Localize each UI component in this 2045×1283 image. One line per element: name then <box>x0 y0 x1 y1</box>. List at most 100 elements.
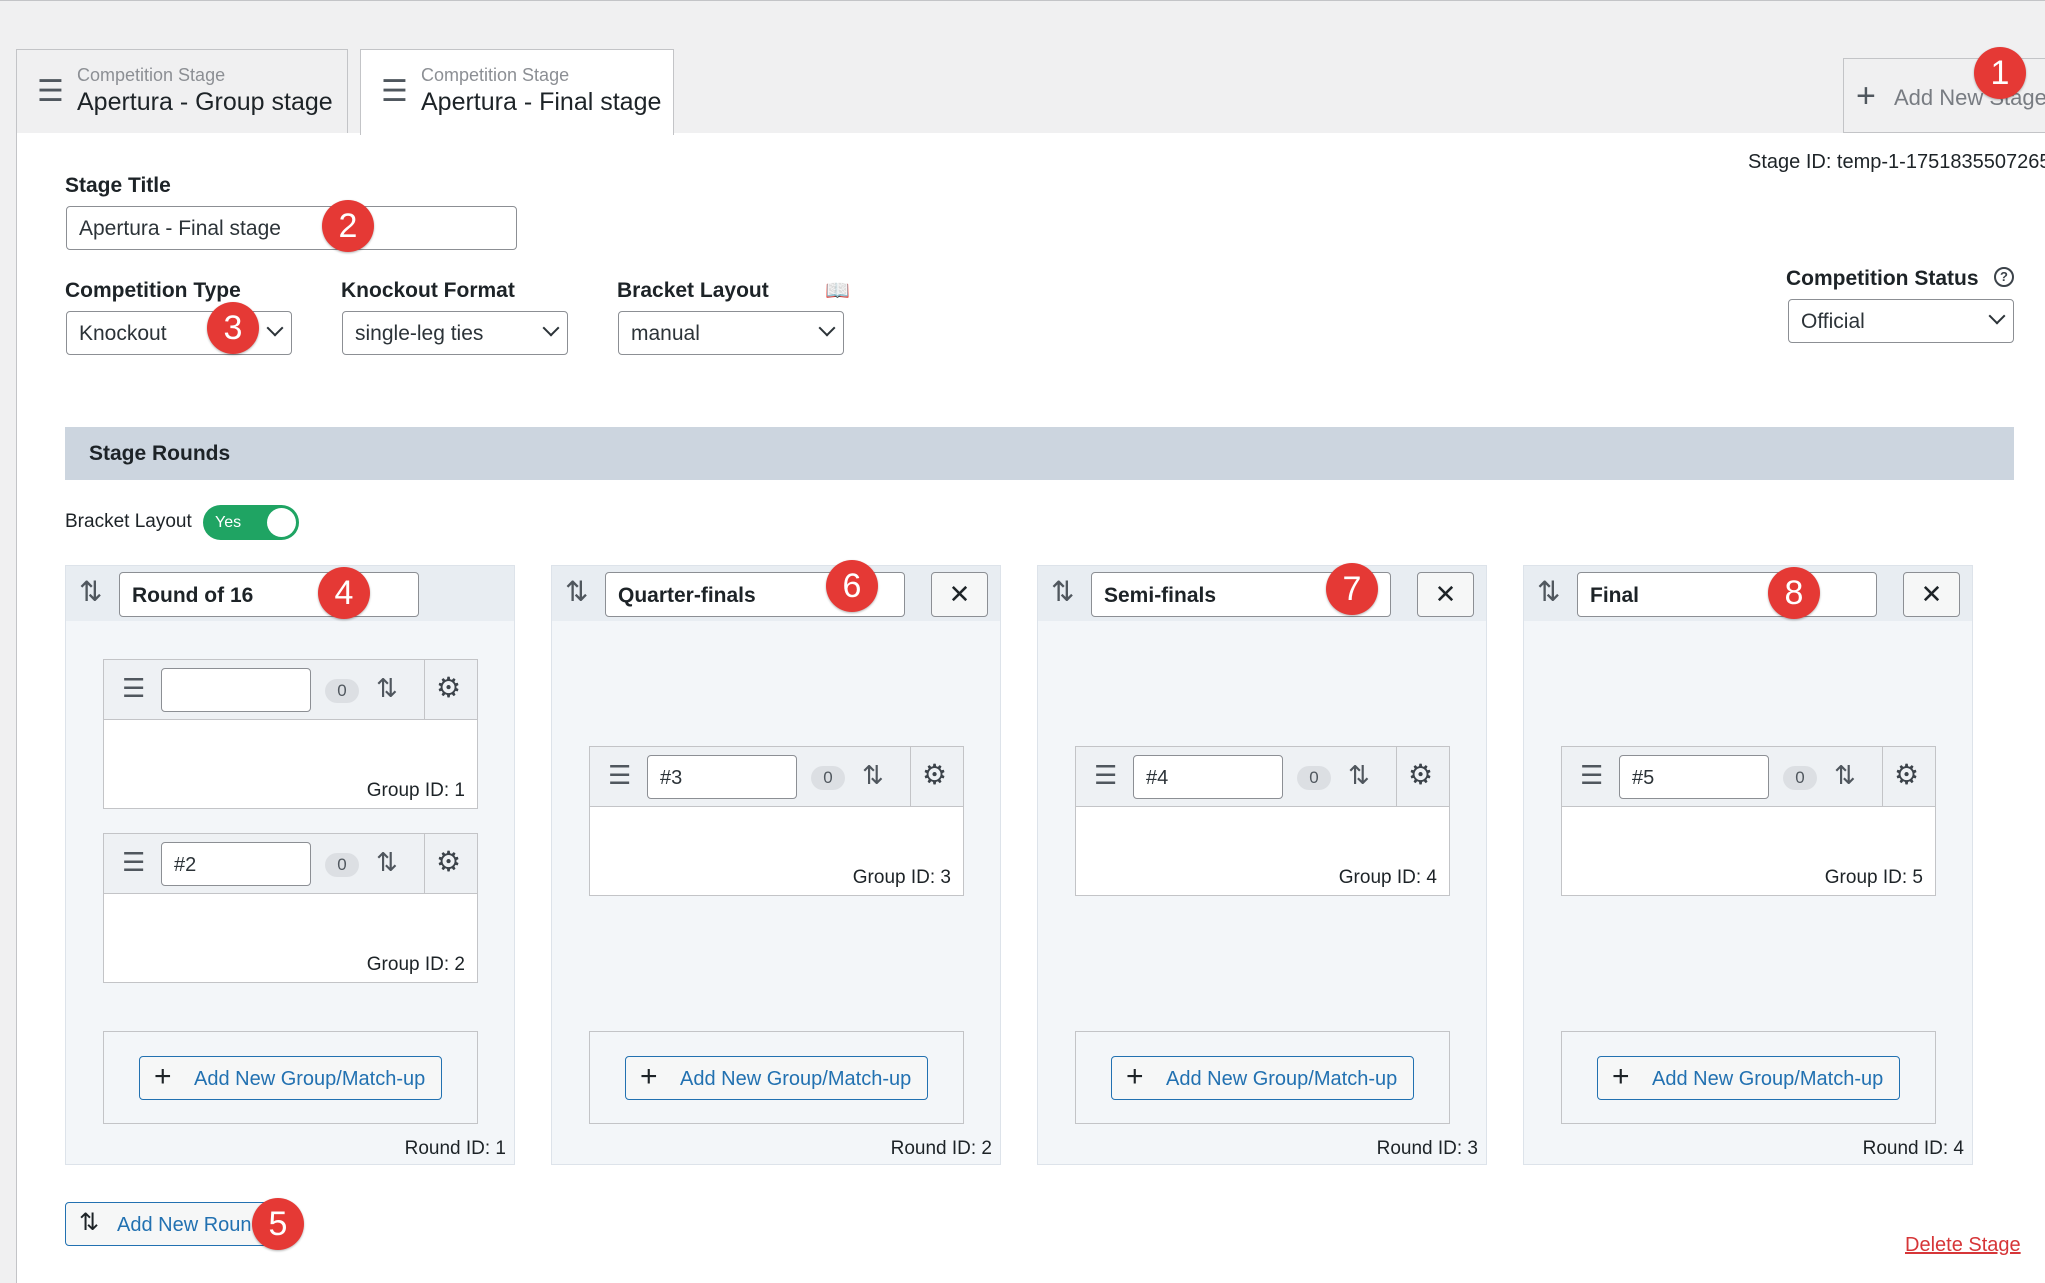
drag-handle-icon[interactable]: ☰ <box>122 849 145 875</box>
bracket-layout-toggle-label: Bracket Layout <box>65 511 192 532</box>
stage-rounds-header: Stage Rounds <box>65 427 2014 480</box>
group-name-input[interactable]: #5 <box>1619 755 1769 799</box>
drag-handle-icon[interactable]: ☰ <box>1580 762 1603 788</box>
group-card: ☰ #2 0 ⇅ ⚙ Group ID: 2 <box>103 833 478 983</box>
add-group-area: + Add New Group/Match-up <box>1561 1031 1936 1124</box>
round-column: ⇅ Final ✕ ☰ #5 0 ⇅ ⚙ Group ID: 5 + Add N… <box>1523 565 1973 1165</box>
round-header: ⇅ Semi-finals ✕ <box>1038 566 1486 621</box>
gear-icon[interactable]: ⚙ <box>922 761 947 789</box>
tab-subtitle: Competition Stage <box>421 65 570 85</box>
swap-icon[interactable]: ⇅ <box>1348 762 1370 788</box>
swap-icon[interactable]: ⇅ <box>1537 578 1560 606</box>
round-header: ⇅ Quarter-finals ✕ <box>552 566 1000 621</box>
tab-group-stage[interactable]: ☰ Competition Stage Apertura - Group sta… <box>16 49 348 133</box>
chevron-down-icon <box>818 319 836 337</box>
competition-type-value: Knockout <box>79 322 167 345</box>
knockout-format-select[interactable]: single-leg ties <box>342 311 568 355</box>
round-id: Round ID: 2 <box>890 1138 992 1159</box>
round-id: Round ID: 3 <box>1376 1138 1478 1159</box>
swap-icon[interactable]: ⇅ <box>1834 762 1856 788</box>
competition-status-label: Competition Status <box>1786 267 1979 290</box>
tab-title: Apertura - Group stage <box>77 88 333 116</box>
annotation-marker: 8 <box>1768 567 1820 619</box>
round-header: ⇅ Round of 16 <box>66 566 514 621</box>
annotation-marker: 7 <box>1326 563 1378 615</box>
bracket-layout-toggle[interactable]: Yes <box>203 505 299 540</box>
group-header: ☰ 0 ⇅ ⚙ <box>104 660 477 720</box>
match-count-badge: 0 <box>1297 766 1331 790</box>
match-count-badge: 0 <box>325 679 359 703</box>
gear-icon[interactable]: ⚙ <box>1408 761 1433 789</box>
round-column: ⇅ Quarter-finals ✕ ☰ #3 0 ⇅ ⚙ Group ID: … <box>551 565 1001 1165</box>
add-round-label: Add New Round <box>117 1214 263 1236</box>
add-group-area: + Add New Group/Match-up <box>103 1031 478 1124</box>
annotation-marker: 1 <box>1974 47 2026 99</box>
remove-round-button[interactable]: ✕ <box>1417 572 1474 617</box>
group-name-input[interactable] <box>161 668 311 712</box>
match-count-badge: 0 <box>811 766 845 790</box>
group-name-input[interactable]: #4 <box>1133 755 1283 799</box>
gear-icon[interactable]: ⚙ <box>436 848 461 876</box>
help-icon[interactable]: ? <box>1994 267 2014 287</box>
stage-id: Stage ID: temp-1-1751835507265 <box>1748 151 2045 173</box>
group-name-input[interactable]: #2 <box>161 842 311 886</box>
round-id: Round ID: 1 <box>404 1138 506 1159</box>
match-count-badge: 0 <box>1783 766 1817 790</box>
round-title-input[interactable]: Round of 16 <box>119 572 419 617</box>
group-name-input[interactable]: #3 <box>647 755 797 799</box>
add-group-label: Add New Group/Match-up <box>194 1068 426 1090</box>
competition-status-select[interactable]: Official <box>1788 299 2014 343</box>
toggle-state: Yes <box>215 514 242 531</box>
group-header: ☰ #3 0 ⇅ ⚙ <box>590 747 963 807</box>
round-title-input[interactable]: Final <box>1577 572 1877 617</box>
stage-rounds-title: Stage Rounds <box>89 442 231 465</box>
drag-handle-icon[interactable]: ☰ <box>608 762 631 788</box>
chevron-down-icon <box>542 319 560 337</box>
chevron-down-icon <box>266 319 284 337</box>
plus-icon: + <box>640 1060 658 1093</box>
add-group-label: Add New Group/Match-up <box>680 1068 912 1090</box>
tab-final-stage[interactable]: ☰ Competition Stage Apertura - Final sta… <box>360 49 674 135</box>
group-id: Group ID: 4 <box>1338 867 1437 888</box>
swap-icon[interactable]: ⇅ <box>376 849 398 875</box>
add-stage-label: Add New Stage <box>1894 85 2045 110</box>
swap-icon[interactable]: ⇅ <box>1051 578 1074 606</box>
group-id: Group ID: 2 <box>366 954 465 975</box>
add-group-area: + Add New Group/Match-up <box>1075 1031 1450 1124</box>
add-group-button[interactable]: + Add New Group/Match-up <box>1111 1056 1414 1100</box>
gear-icon[interactable]: ⚙ <box>436 674 461 702</box>
annotation-marker: 5 <box>252 1198 304 1250</box>
add-group-button[interactable]: + Add New Group/Match-up <box>139 1056 442 1100</box>
add-group-label: Add New Group/Match-up <box>1166 1068 1398 1090</box>
drag-handle-icon[interactable]: ☰ <box>37 77 64 107</box>
delete-stage-link[interactable]: Delete Stage <box>1905 1234 2021 1257</box>
stage-title-input[interactable]: Apertura - Final stage <box>66 206 517 250</box>
round-column: ⇅ Semi-finals ✕ ☰ #4 0 ⇅ ⚙ Group ID: 4 +… <box>1037 565 1487 1165</box>
group-header: ☰ #2 0 ⇅ ⚙ <box>104 834 477 894</box>
group-card: ☰ #5 0 ⇅ ⚙ Group ID: 5 <box>1561 746 1936 896</box>
knockout-format-value: single-leg ties <box>355 322 484 345</box>
swap-icon[interactable]: ⇅ <box>565 578 588 606</box>
drag-handle-icon[interactable]: ☰ <box>122 675 145 701</box>
book-icon[interactable]: 📖 <box>825 278 850 303</box>
remove-round-button[interactable]: ✕ <box>1903 572 1960 617</box>
group-card: ☰ #4 0 ⇅ ⚙ Group ID: 4 <box>1075 746 1450 896</box>
bracket-layout-label: Bracket Layout <box>617 279 769 302</box>
group-card: ☰ 0 ⇅ ⚙ Group ID: 1 <box>103 659 478 809</box>
drag-handle-icon[interactable]: ☰ <box>381 77 408 107</box>
drag-handle-icon[interactable]: ☰ <box>1094 762 1117 788</box>
swap-icon[interactable]: ⇅ <box>862 762 884 788</box>
remove-round-button[interactable]: ✕ <box>931 572 988 617</box>
bracket-layout-select[interactable]: manual <box>618 311 844 355</box>
add-group-button[interactable]: + Add New Group/Match-up <box>1597 1056 1900 1100</box>
swap-icon[interactable]: ⇅ <box>376 675 398 701</box>
add-group-area: + Add New Group/Match-up <box>589 1031 964 1124</box>
gear-icon[interactable]: ⚙ <box>1894 761 1919 789</box>
round-column: ⇅ Round of 16 ☰ 0 ⇅ ⚙ Group ID: 1 ☰ #2 0… <box>65 565 515 1165</box>
add-group-button[interactable]: + Add New Group/Match-up <box>625 1056 928 1100</box>
add-group-label: Add New Group/Match-up <box>1652 1068 1884 1090</box>
tab-title: Apertura - Final stage <box>421 88 662 116</box>
annotation-marker: 3 <box>207 302 259 354</box>
swap-icon[interactable]: ⇅ <box>79 578 102 606</box>
chevron-down-icon <box>1988 307 2006 325</box>
